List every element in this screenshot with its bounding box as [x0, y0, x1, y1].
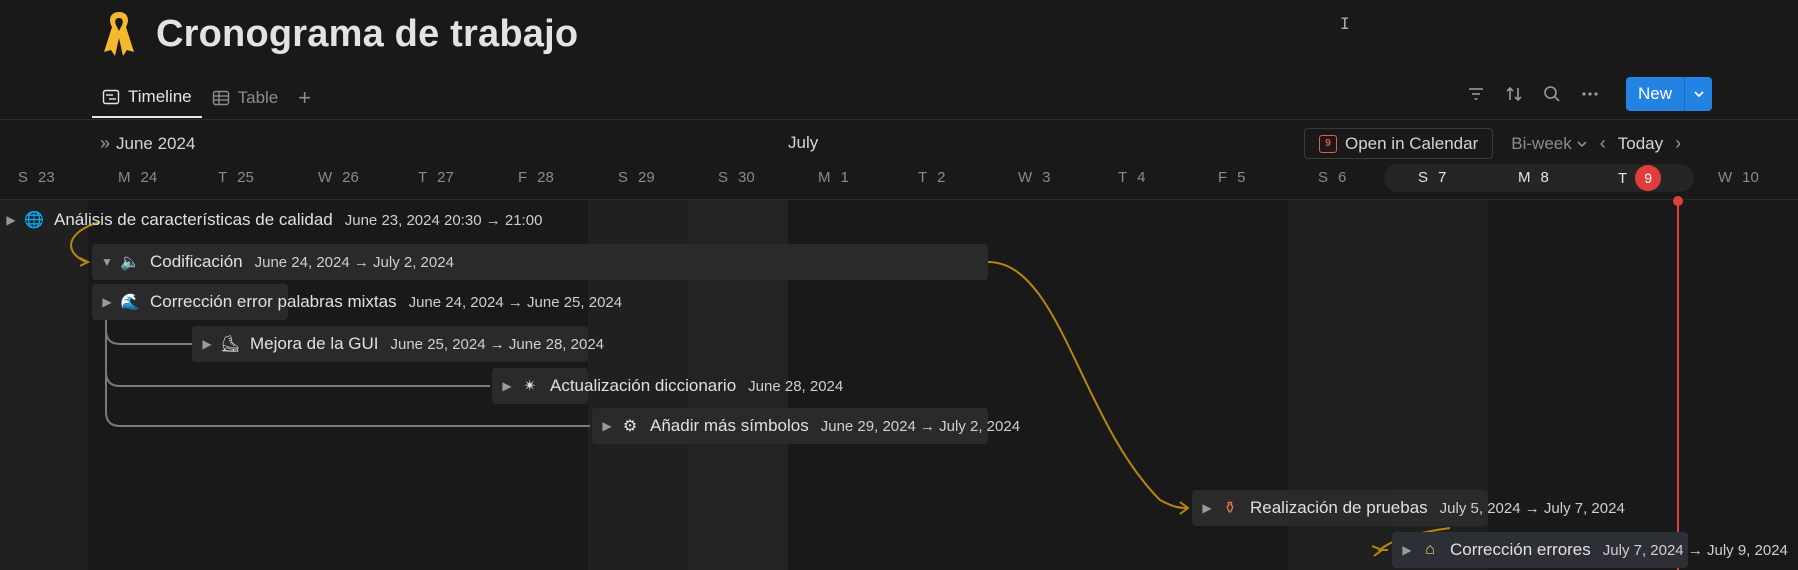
sparkle-icon: ✴ — [523, 378, 537, 395]
task-row[interactable]: ▶ ⚙ Añadir más símbolos June 29, 2024 → … — [596, 408, 1020, 444]
task-dates: June 29, 2024 → July 2, 2024 — [820, 417, 1021, 435]
globe-icon: 🌐 — [24, 212, 44, 229]
task-row[interactable]: ▶ ⚱ Realización de pruebas July 5, 2024 … — [1196, 490, 1625, 526]
expand-triangle-icon[interactable]: ▶ — [196, 337, 218, 351]
expand-triangle-icon[interactable]: ▶ — [596, 419, 618, 433]
task-name: Corrección error palabras mixtas — [150, 292, 397, 311]
expand-triangle-icon[interactable]: ▶ — [0, 213, 22, 227]
house-icon: ⌂ — [1425, 541, 1435, 558]
task-dates: July 7, 2024 → July 9, 2024 — [1602, 541, 1788, 559]
expand-triangle-icon[interactable]: ▶ — [496, 379, 518, 393]
expand-triangle-icon[interactable]: ▶ — [1196, 501, 1218, 515]
task-dates: June 24, 2024 → July 2, 2024 — [254, 253, 454, 271]
task-name: Codificación — [150, 252, 243, 271]
task-dates: June 23, 2024 20:30 → 21:00 — [344, 211, 543, 229]
task-dates: June 24, 2024 → June 25, 2024 — [408, 293, 623, 311]
task-name: Añadir más símbolos — [650, 416, 809, 435]
task-name: Realización de pruebas — [1250, 498, 1428, 517]
task-dates: July 5, 2024 → July 7, 2024 — [1439, 499, 1625, 517]
task-row[interactable]: ▶ ⌂ Corrección errores July 7, 2024 → Ju… — [1396, 532, 1788, 568]
expand-triangle-icon[interactable]: ▶ — [96, 295, 118, 309]
task-name: Mejora de la GUI — [250, 334, 379, 353]
task-name: Actualización diccionario — [550, 376, 737, 395]
task-name: Corrección errores — [1450, 540, 1591, 559]
skate-icon: ⛸ — [219, 336, 241, 353]
task-row[interactable]: ▶ 🌐 Análisis de características de calid… — [0, 202, 542, 238]
task-row[interactable]: ▶ ⛸ Mejora de la GUI June 25, 2024 → Jun… — [196, 326, 604, 362]
expand-triangle-icon[interactable]: ▶ — [1396, 543, 1418, 557]
speaker-icon: 🔈 — [120, 254, 140, 271]
collapse-triangle-icon[interactable]: ▼ — [96, 255, 118, 269]
task-row[interactable]: ▼ 🔈 Codificación June 24, 2024 → July 2,… — [96, 244, 454, 280]
task-row[interactable]: ▶ 🌊 Corrección error palabras mixtas Jun… — [96, 284, 622, 320]
task-dates: June 25, 2024 → June 28, 2024 — [390, 335, 605, 353]
vase-icon: ⚱ — [1223, 500, 1237, 517]
gear-icon: ⚙ — [622, 418, 638, 435]
task-dates: June 28, 2024 — [748, 377, 844, 395]
task-name: Análisis de características de calidad — [54, 210, 333, 229]
wave-icon: 🌊 — [120, 294, 140, 311]
task-row[interactable]: ▶ ✴ Actualización diccionario June 28, 2… — [496, 368, 843, 404]
